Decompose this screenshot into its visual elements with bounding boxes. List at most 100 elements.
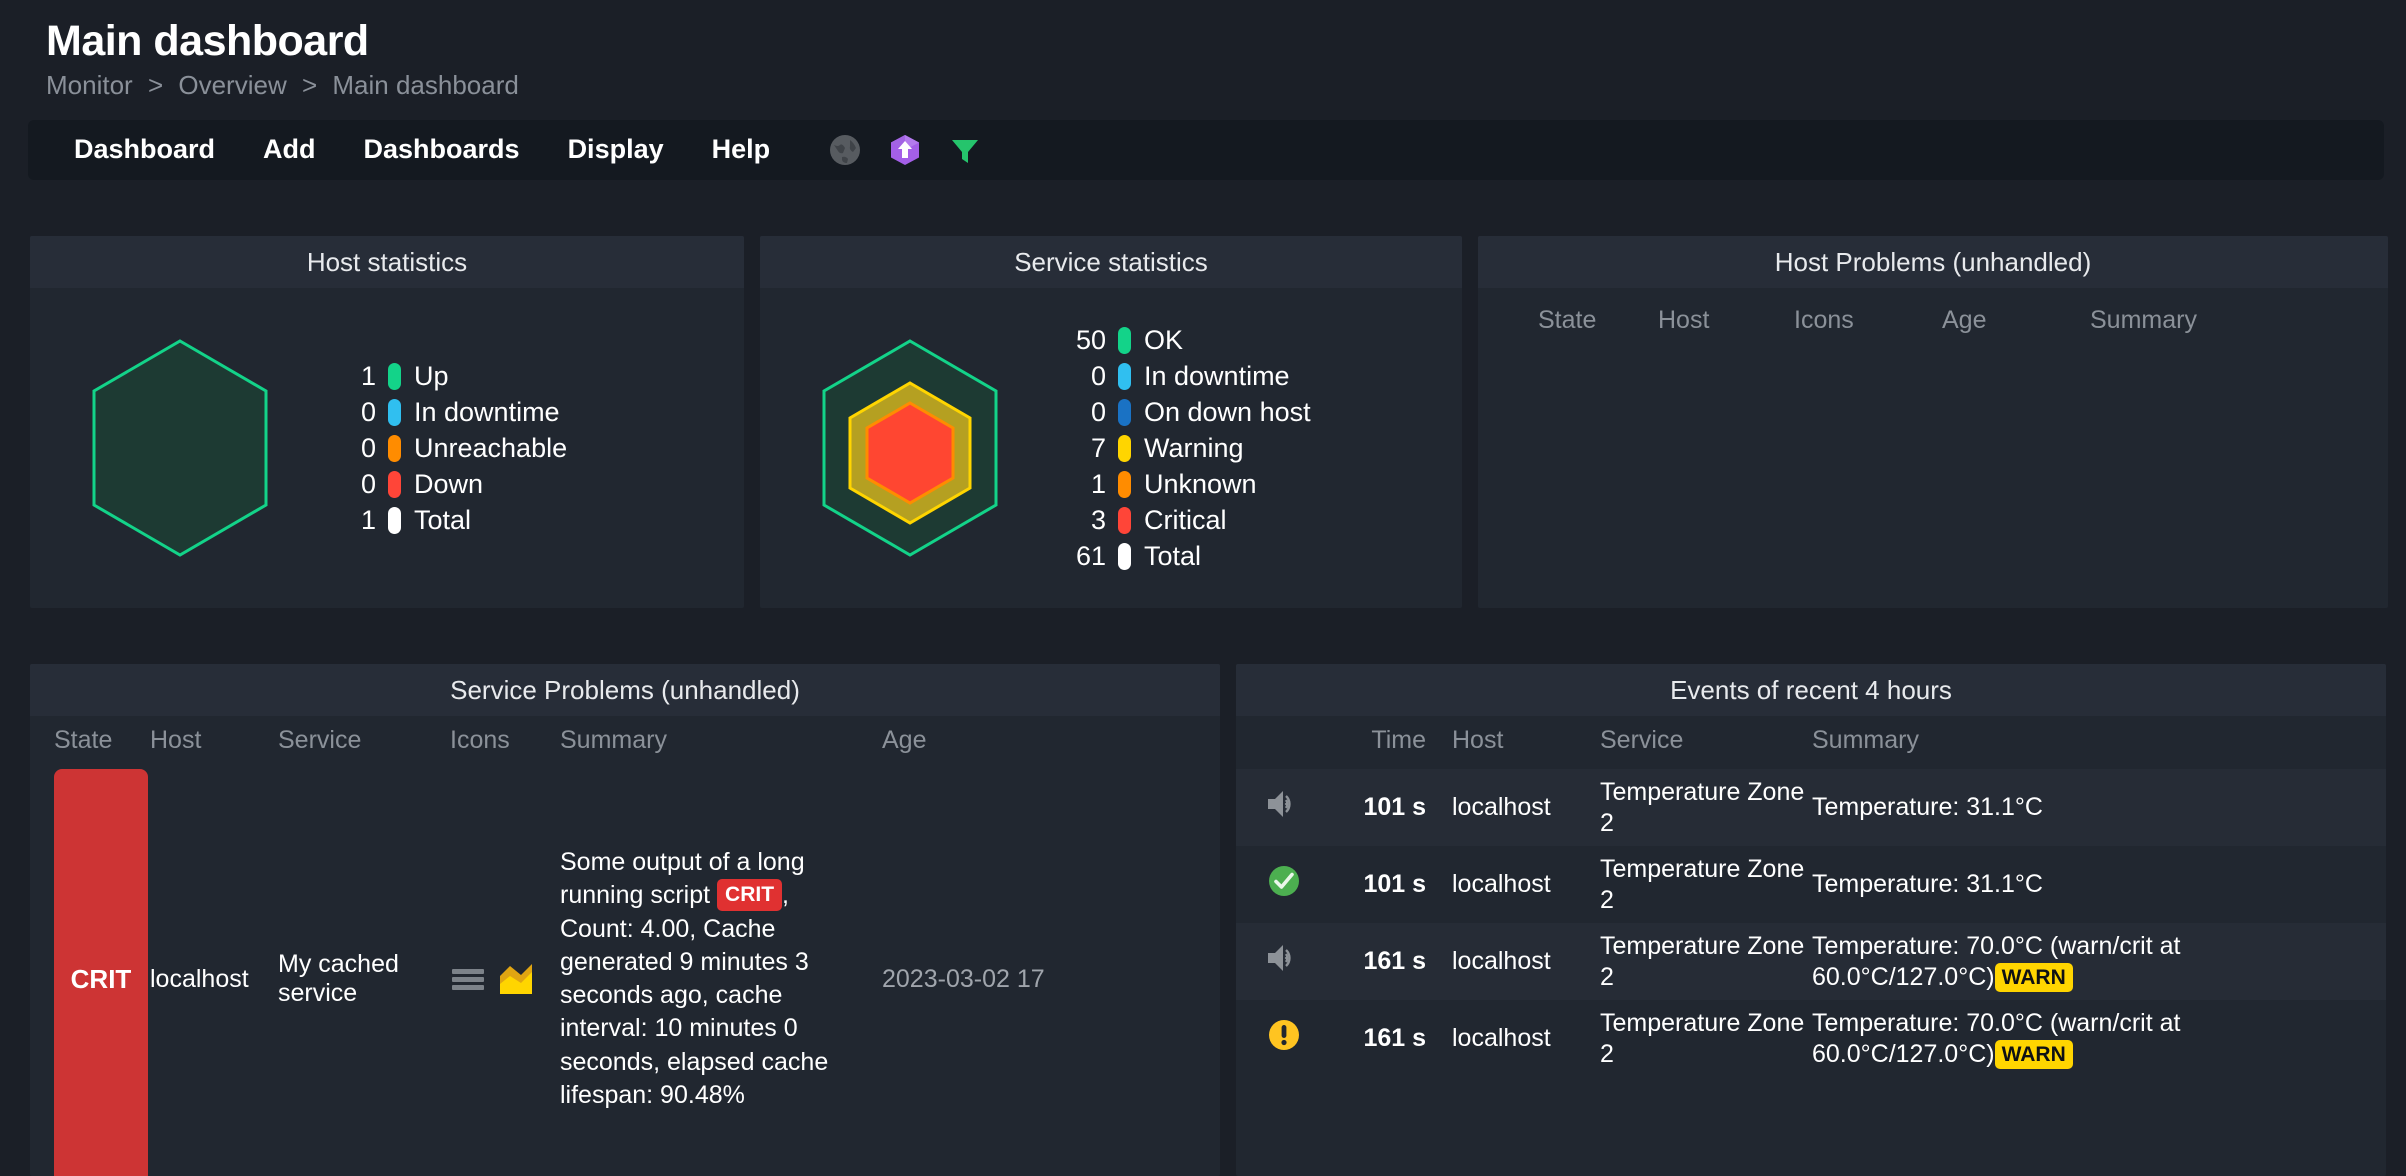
table-row[interactable]: CRIT localhost My cached service Some ou… <box>30 769 1220 1176</box>
title-bar: Main dashboard Monitor > Overview > Main… <box>0 0 2406 102</box>
nav-item-help[interactable]: Help <box>688 134 795 165</box>
status-badge: CRIT <box>54 769 148 1176</box>
panel-host-statistics: Host statistics 1 Up 0 In downtime 0 Unr… <box>30 236 744 608</box>
event-service-cell[interactable]: Temperature Zone 2 <box>1600 923 1812 1000</box>
host-statistics-legend: 1 Up 0 In downtime 0 Unreachable 0 Down … <box>330 360 567 536</box>
legend-count: 0 <box>360 396 376 427</box>
service-statistics-legend: 50 OK 0 In downtime 0 On down host 7 War… <box>1060 324 1311 572</box>
table-row[interactable]: 161 s localhost Temperature Zone 2 Tempe… <box>1236 1000 2386 1078</box>
legend-color-bar <box>1118 398 1131 426</box>
event-warn-badge: WARN <box>1994 1039 2073 1070</box>
legend-row[interactable]: 7 Warning <box>1060 432 1311 464</box>
legend-row[interactable]: 3 Critical <box>1060 504 1311 536</box>
column-header-time[interactable]: Time <box>1332 716 1452 769</box>
event-service-cell[interactable]: Temperature Zone 2 <box>1600 769 1812 846</box>
column-header-state[interactable]: State <box>30 716 150 769</box>
column-header-age[interactable]: Age <box>882 716 1220 769</box>
legend-row[interactable]: 0 Down <box>330 468 567 500</box>
nav-item-display[interactable]: Display <box>544 134 688 165</box>
legend-row[interactable]: 1 Total <box>330 504 567 536</box>
legend-label: On down host <box>1144 396 1311 427</box>
legend-color-bar <box>1118 434 1131 462</box>
legend-color-bar <box>388 506 401 534</box>
legend-color-bar <box>1118 506 1131 534</box>
legend-label: Down <box>414 468 484 499</box>
legend-color-bar <box>388 470 401 498</box>
legend-row[interactable]: 0 Unreachable <box>330 432 567 464</box>
event-host-cell[interactable]: localhost <box>1452 1000 1600 1077</box>
legend-color-bar <box>388 398 401 426</box>
legend-row[interactable]: 0 On down host <box>1060 396 1311 428</box>
area-graph-icon[interactable] <box>497 962 535 996</box>
panel-service-statistics: Service statistics 50 OK 0 In downtime 0… <box>760 236 1462 608</box>
event-time-cell: 161 s <box>1363 947 1426 976</box>
hexagon-upload-icon[interactable] <box>888 133 922 167</box>
legend-row[interactable]: 50 OK <box>1060 324 1311 356</box>
service-hexagon-chart <box>760 333 1060 563</box>
legend-label: OK <box>1144 324 1184 355</box>
column-header-summary[interactable]: Summary <box>560 716 882 769</box>
column-header-age[interactable]: Age <box>1942 296 2090 349</box>
summary-crit-badge: CRIT <box>717 879 783 912</box>
legend-row[interactable]: 0 In downtime <box>330 396 567 428</box>
filter-funnel-icon[interactable] <box>948 133 982 167</box>
breadcrumb-item-overview[interactable]: Overview <box>178 70 286 100</box>
service-problems-body: State Host Service Icons Summary Age CRI… <box>30 716 1220 1176</box>
legend-color-bar <box>1118 326 1131 354</box>
breadcrumb-item-monitor[interactable]: Monitor <box>46 70 133 100</box>
legend-count: 1 <box>360 504 376 535</box>
nav-item-dashboard[interactable]: Dashboard <box>50 134 239 165</box>
column-header-state[interactable]: State <box>1538 296 1658 349</box>
table-row[interactable]: 101 s localhost Temperature Zone 2 Tempe… <box>1236 769 2386 846</box>
event-icon-cell <box>1236 1000 1332 1077</box>
event-icon-cell <box>1236 769 1332 846</box>
column-header-icons[interactable]: Icons <box>1794 296 1942 349</box>
legend-count: 1 <box>1090 468 1106 499</box>
event-service-cell[interactable]: Temperature Zone 2 <box>1600 1000 1812 1077</box>
legend-label: Up <box>414 360 449 391</box>
column-header-service[interactable]: Service <box>1600 716 1812 769</box>
legend-label: Unreachable <box>414 432 568 463</box>
breadcrumb-separator: > <box>301 70 318 101</box>
legend-label: In downtime <box>414 396 560 427</box>
event-host-cell[interactable]: localhost <box>1452 769 1600 846</box>
legend-row[interactable]: 1 Up <box>330 360 567 392</box>
event-service-cell[interactable]: Temperature Zone 2 <box>1600 846 1812 923</box>
column-header-summary[interactable]: Summary <box>2090 296 2328 349</box>
legend-label: In downtime <box>1144 360 1290 391</box>
column-header-icons[interactable]: Icons <box>450 716 560 769</box>
service-host-cell[interactable]: localhost <box>150 769 278 1176</box>
event-time-cell: 101 s <box>1363 870 1426 899</box>
legend-count: 3 <box>1090 504 1106 535</box>
list-lines-icon[interactable] <box>450 964 486 994</box>
service-name-cell[interactable]: My cached service <box>278 769 450 1176</box>
legend-row[interactable]: 1 Unknown <box>1060 468 1311 500</box>
speaker-icon <box>1268 944 1291 971</box>
column-header-host[interactable]: Host <box>1658 296 1794 349</box>
legend-count: 50 <box>1075 324 1106 355</box>
legend-row[interactable]: 0 In downtime <box>1060 360 1311 392</box>
globe-icon[interactable] <box>828 133 862 167</box>
legend-row[interactable]: 61 Total <box>1060 540 1311 572</box>
event-summary-cell: Temperature: 70.0°C (warn/crit at 60.0°C… <box>1812 923 2386 1000</box>
event-warn-badge: WARN <box>1994 962 2073 993</box>
column-header-icon <box>1236 716 1332 769</box>
table-row[interactable]: 161 s localhost Temperature Zone 2 Tempe… <box>1236 923 2386 1001</box>
breadcrumb-separator: > <box>147 70 164 101</box>
service-state-cell[interactable]: CRIT <box>30 769 150 1176</box>
event-host-cell[interactable]: localhost <box>1452 846 1600 923</box>
host-problems-table: State Host Icons Age Summary <box>1538 296 2328 349</box>
table-row[interactable]: 101 s localhost Temperature Zone 2 Tempe… <box>1236 846 2386 923</box>
check-circle-icon <box>1269 865 1299 896</box>
panel-events: Events of recent 4 hours Time Host Servi… <box>1236 664 2386 1176</box>
column-header-host[interactable]: Host <box>1452 716 1600 769</box>
service-hexagon-icon <box>822 339 998 557</box>
column-header-service[interactable]: Service <box>278 716 450 769</box>
column-header-summary[interactable]: Summary <box>1812 716 2386 769</box>
nav-item-add[interactable]: Add <box>239 134 339 165</box>
event-host-cell[interactable]: localhost <box>1452 923 1600 1000</box>
host-problems-body: State Host Icons Age Summary <box>1478 288 2388 608</box>
legend-count: 1 <box>360 360 376 391</box>
column-header-host[interactable]: Host <box>150 716 278 769</box>
nav-item-dashboards[interactable]: Dashboards <box>340 134 544 165</box>
